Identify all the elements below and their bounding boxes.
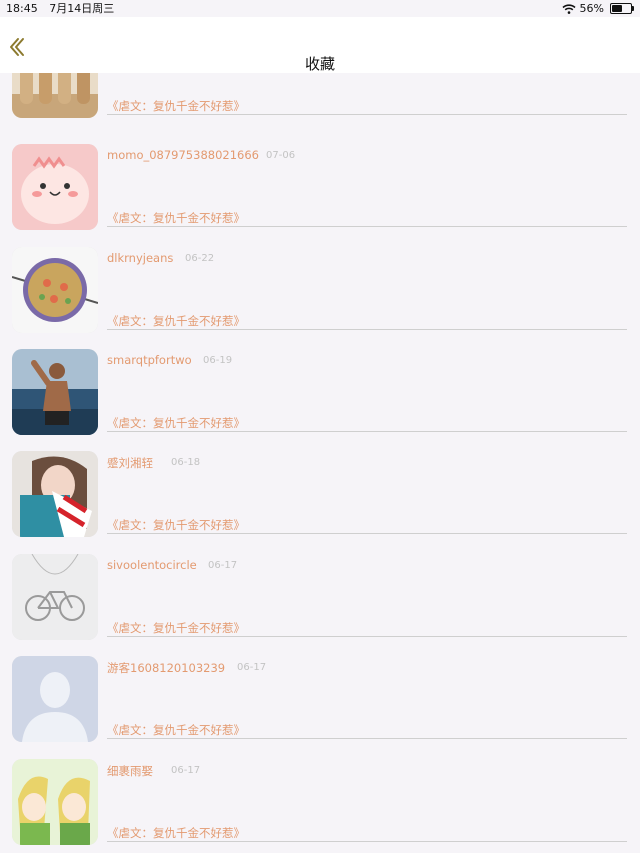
favorite-row[interactable]: smarqtpfortwo 06-19 《虐文：复仇千金不好惹》 (0, 349, 640, 451)
default-user-avatar (12, 656, 98, 742)
username: momo_087975388021666 (107, 148, 259, 162)
battery-level (612, 5, 622, 12)
favorites-list: 《虐文：复仇千金不好惹》 momo_087975388021666 07-06 … (0, 73, 640, 853)
favorite-title[interactable]: 《虐文：复仇千金不好惹》 (107, 825, 245, 841)
favorite-date: 06-17 (171, 765, 201, 776)
favorite-title[interactable]: 《虐文：复仇千金不好惹》 (107, 210, 245, 226)
wifi-icon (562, 3, 576, 14)
username: 细裹雨娶 (107, 764, 153, 778)
username: 蹙刘湘轾 (107, 456, 153, 470)
status-date: 7月14日周三 (49, 2, 115, 15)
username: 游客1608120103239 (107, 661, 226, 675)
pink-dinosaur-cartoon (12, 144, 98, 230)
favorite-row[interactable]: momo_087975388021666 07-06 《虐文：复仇千金不好惹》 (0, 144, 640, 246)
username: dlkrnyjeans (107, 251, 174, 265)
favorite-date: 07-06 (266, 150, 296, 161)
figurines-photo (12, 73, 98, 118)
favorite-title[interactable]: 《虐文：复仇千金不好惹》 (107, 98, 245, 114)
favorite-date: 06-17 (237, 662, 267, 673)
favorite-title[interactable]: 《虐文：复仇千金不好惹》 (107, 517, 245, 533)
favorite-row[interactable]: dlkrnyjeans 06-22 《虐文：复仇千金不好惹》 (0, 247, 640, 349)
row-divider (107, 533, 627, 534)
row-divider (107, 329, 627, 330)
user-avatar[interactable] (12, 656, 98, 742)
user-avatar[interactable] (12, 247, 98, 333)
favorite-row[interactable]: 蹙刘湘轾 06-18 《虐文：复仇千金不好惹》 (0, 451, 640, 553)
row-divider (107, 114, 627, 115)
favorite-title[interactable]: 《虐文：复仇千金不好惹》 (107, 722, 245, 738)
anime-elves-drawing (12, 759, 98, 845)
favorite-row[interactable]: sivoolentocircle 06-17 《虐文：复仇千金不好惹》 (0, 554, 640, 656)
row-divider (107, 431, 627, 432)
favorite-date: 06-18 (171, 457, 201, 468)
user-avatar[interactable] (12, 759, 98, 845)
status-time: 18:45 (6, 2, 38, 15)
user-avatar[interactable] (12, 451, 98, 537)
favorite-title[interactable]: 《虐文：复仇千金不好惹》 (107, 415, 245, 431)
paella-pan-photo (12, 247, 98, 333)
username: smarqtpfortwo (107, 353, 192, 367)
man-at-sea-photo (12, 349, 98, 435)
user-avatar[interactable] (12, 349, 98, 435)
row-divider (107, 226, 627, 227)
favorite-row[interactable]: 游客1608120103239 06-17 《虐文：复仇千金不好惹》 (0, 656, 640, 758)
page-title: 收藏 (304, 55, 335, 73)
favorite-date: 06-19 (203, 355, 233, 366)
bicycle-necklace-photo (12, 554, 98, 640)
row-divider (107, 636, 627, 637)
favorite-date: 06-22 (185, 253, 215, 264)
favorite-title[interactable]: 《虐文：复仇千金不好惹》 (107, 313, 245, 329)
username: sivoolentocircle (107, 558, 197, 572)
favorite-row[interactable]: 《虐文：复仇千金不好惹》 (0, 73, 640, 134)
battery-percent: 56% (579, 2, 604, 15)
user-avatar[interactable] (12, 554, 98, 640)
favorite-title[interactable]: 《虐文：复仇千金不好惹》 (107, 620, 245, 636)
user-avatar[interactable] (12, 144, 98, 230)
favorite-row[interactable]: 细裹雨娶 06-17 《虐文：复仇千金不好惹》 (0, 759, 640, 853)
row-divider (107, 841, 627, 842)
girl-selfie-photo (12, 451, 98, 537)
user-avatar[interactable] (12, 73, 98, 118)
status-bar: 18:45 7月14日周三 56% (0, 0, 640, 17)
battery-icon (610, 3, 634, 14)
navigation-bar: 收藏 (0, 17, 640, 73)
row-divider (107, 738, 627, 739)
favorite-date: 06-17 (208, 560, 238, 571)
